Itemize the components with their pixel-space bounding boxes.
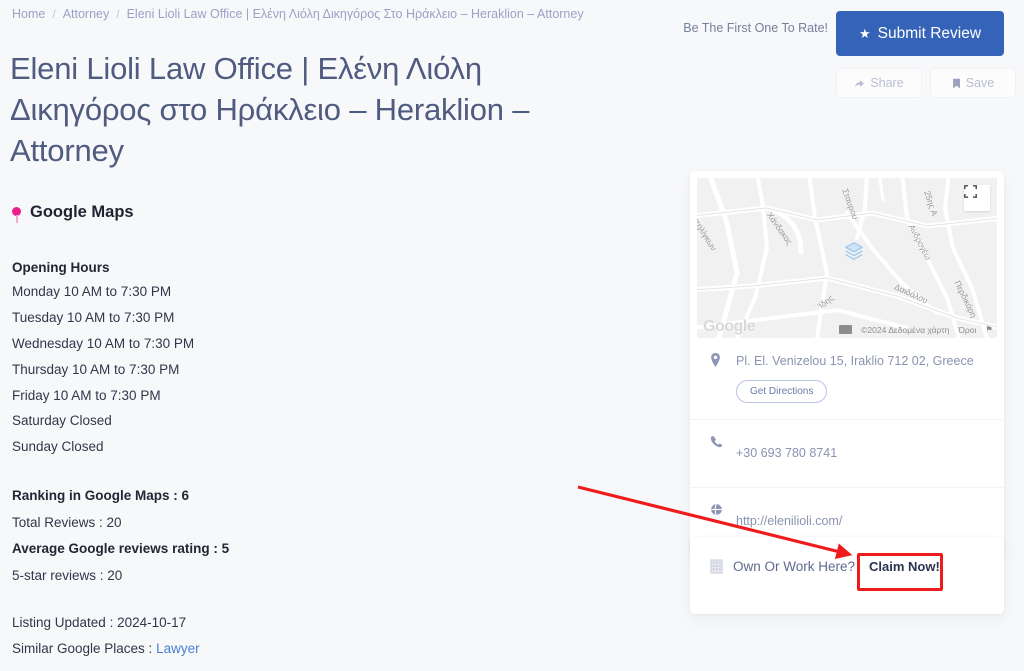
stat-average-rating: Average Google reviews rating : 5 — [12, 541, 230, 556]
stat-ranking: Ranking in Google Maps : 6 — [12, 488, 190, 503]
map-report-icon[interactable]: ⚑ — [985, 324, 993, 335]
phone-number[interactable]: +30 693 780 8741 — [736, 446, 837, 460]
opening-hours-block: Opening Hours Monday 10 AM to 7:30 PM Tu… — [12, 260, 194, 466]
hours-row-friday: Friday 10 AM to 7:30 PM — [12, 387, 161, 403]
google-maps-heading: Google Maps — [12, 203, 134, 223]
similar-places: Similar Google Places : Lawyer — [12, 640, 200, 656]
claim-row: Own Or Work Here? Claim Now! — [690, 537, 1004, 574]
bookmark-icon — [952, 78, 961, 89]
submit-review-label: Submit Review — [877, 24, 982, 42]
secondary-actions: Share Save — [836, 68, 1016, 98]
map-terms-link[interactable]: Όροι — [958, 325, 976, 335]
business-info-card: Χάνδακος Ανδρογέω Δαιδάλου Περδικάρη Ίδη… — [690, 171, 1004, 557]
hours-row-thursday: Thursday 10 AM to 7:30 PM — [12, 361, 180, 377]
get-directions-button[interactable]: Get Directions — [736, 379, 828, 403]
save-button[interactable]: Save — [930, 68, 1016, 98]
map-fullscreen-button[interactable] — [964, 185, 990, 211]
similar-places-link[interactable]: Lawyer — [156, 641, 200, 656]
listing-page: Home / Attorney / Eleni Lioli Law Office | Ε… — [0, 0, 1024, 671]
phone-row: +30 693 780 8741 — [690, 418, 1004, 487]
claim-now-link[interactable]: Claim Now! — [869, 559, 940, 574]
listing-meta-block: Listing Updated : 2024-10-17 Similar Goo… — [12, 616, 200, 667]
breadcrumb-current: Eleni Lioli Law Office | Ελένη Λιόλη Δικ… — [126, 7, 584, 21]
address-row: Pl. El. Venizelou 15, Iraklio 712 02, Gr… — [690, 338, 1004, 419]
map-pin-icon — [12, 206, 21, 223]
hours-row-sunday: Sunday Closed — [12, 439, 104, 455]
listing-updated: Listing Updated : 2024-10-17 — [12, 615, 187, 630]
submit-review-button[interactable]: ★ Submit Review — [836, 11, 1004, 56]
google-maps-label: Google Maps — [30, 203, 134, 221]
location-pin-icon — [710, 353, 721, 367]
save-label: Save — [965, 76, 995, 90]
breadcrumb-separator-1: / — [52, 7, 56, 21]
google-logo: Google — [703, 318, 756, 335]
phone-icon — [710, 435, 723, 448]
keyboard-shortcuts-icon[interactable] — [839, 325, 853, 334]
rate-prompt: Be The First One To Rate! — [683, 21, 828, 35]
breadcrumb-category[interactable]: Attorney — [63, 7, 110, 21]
hours-row-monday: Monday 10 AM to 7:30 PM — [12, 284, 172, 299]
map-preview[interactable]: Χάνδακος Ανδρογέω Δαιδάλου Περδικάρη Ίδη… — [697, 178, 997, 338]
share-button[interactable]: Share — [836, 68, 922, 98]
stat-total-reviews: Total Reviews : 20 — [12, 514, 122, 530]
globe-icon — [710, 503, 723, 516]
hours-row-tuesday: Tuesday 10 AM to 7:30 PM — [12, 309, 175, 325]
opening-hours-title: Opening Hours — [12, 260, 110, 275]
page-title: Eleni Lioli Law Office | Ελένη Λιόλη Δικ… — [10, 50, 530, 168]
review-stats-block: Ranking in Google Maps : 6 Total Reviews… — [12, 489, 229, 595]
breadcrumb: Home / Attorney / Eleni Lioli Law Office | Ε… — [12, 7, 584, 21]
star-icon: ★ — [858, 26, 871, 41]
hours-row-saturday: Saturday Closed — [12, 413, 112, 429]
address-text: Pl. El. Venizelou 15, Iraklio 712 02, Gr… — [736, 354, 974, 368]
breadcrumb-home[interactable]: Home — [12, 7, 45, 21]
map-footer: ©2024 Δεδομένα χάρτη Όροι ⚑ — [839, 324, 993, 335]
hours-row-wednesday: Wednesday 10 AM to 7:30 PM — [12, 335, 195, 351]
share-label: Share — [870, 76, 904, 90]
website-link[interactable]: http://elenilioli.com/ — [736, 514, 842, 528]
map-attribution: ©2024 Δεδομένα χάρτη — [861, 324, 950, 335]
similar-places-label: Similar Google Places : — [12, 640, 157, 656]
breadcrumb-separator-2: / — [116, 7, 120, 21]
claim-listing-card: Own Or Work Here? Claim Now! — [690, 537, 1004, 614]
claim-question: Own Or Work Here? — [733, 559, 856, 574]
building-icon — [710, 559, 723, 574]
share-icon — [854, 78, 865, 89]
stat-five-star-reviews: 5-star reviews : 20 — [12, 567, 123, 583]
